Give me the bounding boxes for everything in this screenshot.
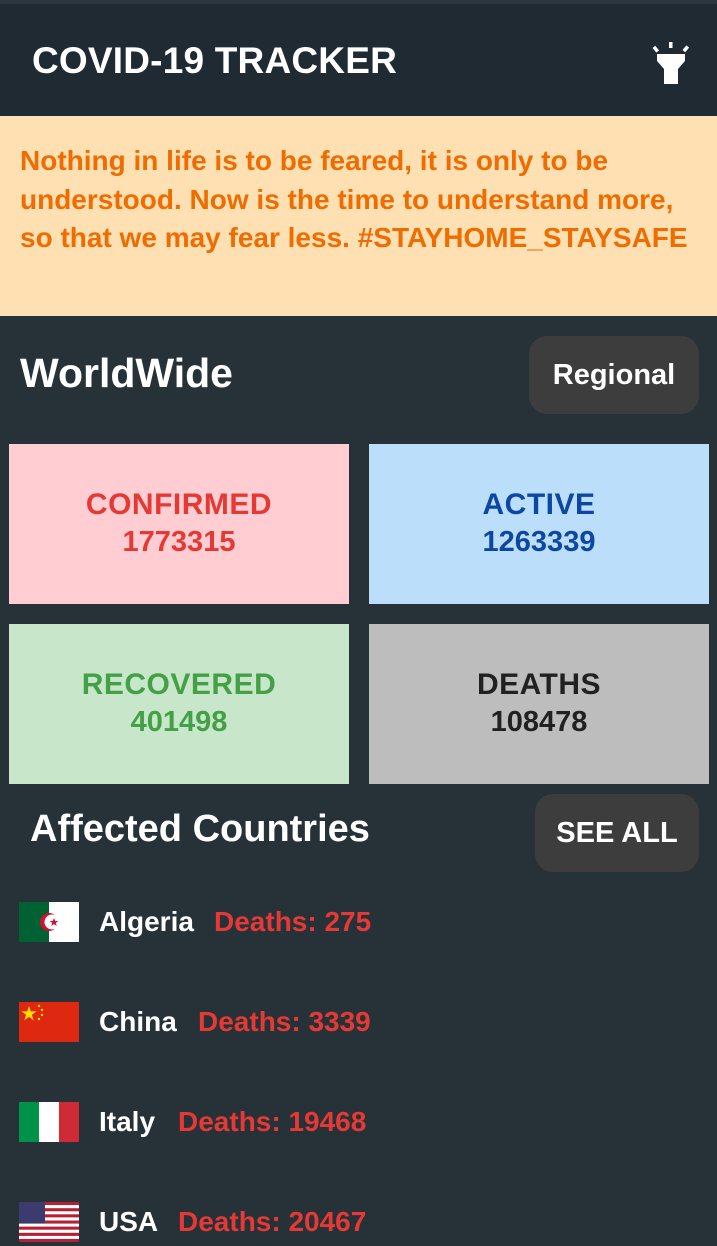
country-name: Italy xyxy=(99,1106,156,1137)
country-name: China xyxy=(99,1006,177,1037)
china-flag-icon xyxy=(19,1002,79,1042)
affected-countries-title: Affected Countries xyxy=(30,808,370,850)
confirmed-value: 1773315 xyxy=(122,526,236,558)
country-deaths: Deaths: 275 xyxy=(214,906,372,937)
deaths-card: DEATHS 108478 xyxy=(369,624,709,784)
see-all-button[interactable]: SEE ALL xyxy=(535,794,699,872)
quote-banner: Nothing in life is to be feared, it is o… xyxy=(0,116,717,316)
flashlight-icon[interactable] xyxy=(648,40,694,88)
app-bar: COVID-19 TRACKER xyxy=(0,0,717,116)
regional-button[interactable]: Regional xyxy=(529,336,699,414)
algeria-flag-icon xyxy=(19,902,79,942)
recovered-value: 401498 xyxy=(130,706,228,738)
recovered-card: RECOVERED 401498 xyxy=(9,624,349,784)
worldwide-title: WorldWide xyxy=(20,350,233,396)
active-card: ACTIVE 1263339 xyxy=(369,444,709,604)
country-deaths: Deaths: 19468 xyxy=(178,1106,367,1137)
italy-flag-icon xyxy=(19,1102,79,1142)
active-label: ACTIVE xyxy=(482,488,596,521)
deaths-value: 108478 xyxy=(490,706,588,738)
country-row-algeria[interactable]: Algeria Deaths: 275 xyxy=(19,902,699,942)
quote-text: Nothing in life is to be feared, it is o… xyxy=(20,145,688,253)
country-name: USA xyxy=(99,1206,159,1237)
country-row-usa[interactable]: USA Deaths: 20467 xyxy=(19,1202,699,1242)
country-row-china[interactable]: China Deaths: 3339 xyxy=(19,1002,699,1042)
country-row-italy[interactable]: Italy Deaths: 19468 xyxy=(19,1102,699,1142)
active-value: 1263339 xyxy=(482,526,596,558)
deaths-label: DEATHS xyxy=(476,668,602,701)
recovered-label: RECOVERED xyxy=(81,668,277,701)
country-deaths: Deaths: 3339 xyxy=(198,1006,371,1037)
country-name: Algeria xyxy=(99,906,194,937)
confirmed-card: CONFIRMED 1773315 xyxy=(9,444,349,604)
country-deaths: Deaths: 20467 xyxy=(178,1206,367,1237)
confirmed-label: CONFIRMED xyxy=(85,488,273,521)
app-title: COVID-19 TRACKER xyxy=(32,40,398,81)
usa-flag-icon xyxy=(19,1202,79,1242)
